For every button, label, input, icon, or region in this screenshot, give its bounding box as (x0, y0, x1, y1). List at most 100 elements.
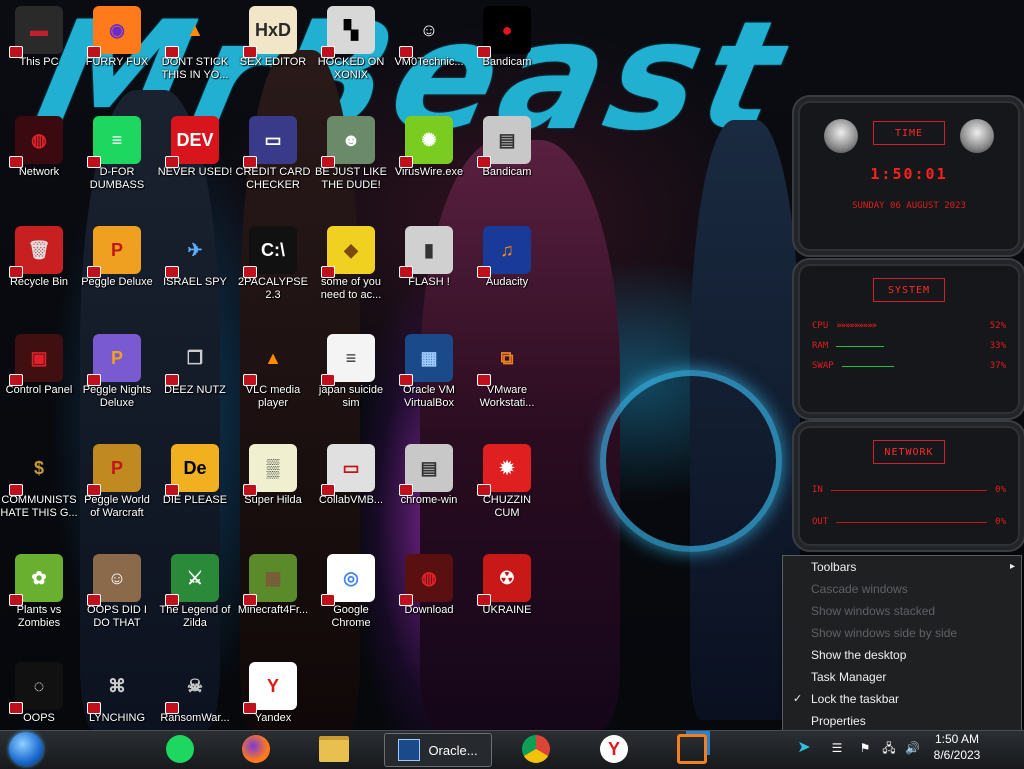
desktop-icon[interactable]: De DIE PLEASE (156, 444, 234, 507)
shortcut-badge-icon (87, 374, 101, 386)
desktop-icon[interactable]: ⌘ LYNCHING (78, 662, 156, 725)
flash-drive-icon: ▮ (399, 226, 453, 278)
system-widget[interactable]: SYSTEM CPU »»»»»»»»» 52% RAM 33% SWAP 37… (792, 258, 1024, 420)
taskbar-pin-vmware[interactable] (672, 733, 712, 765)
desktop-icon[interactable]: ◎ Google Chrome (312, 554, 390, 630)
desktop-icon[interactable]: ☢ UKRAINE (468, 554, 546, 617)
desktop-icon[interactable]: ✹ CHUZZIN CUM (468, 444, 546, 520)
show-hidden-icons-icon[interactable]: ☰ (830, 741, 844, 755)
desktop-icon-label: Google Chrome (331, 604, 371, 629)
taskbar[interactable]: Oracle... Y ➤ ☰ ⚑ 🖧 🔊 1:50 AM 8/6/2023 (0, 730, 1024, 769)
desktop-icon[interactable]: ▒ Super Hilda (234, 444, 312, 507)
terminal-icon: C:\ (243, 226, 297, 278)
taskbar-pin-chrome[interactable] (518, 733, 554, 765)
network-widget[interactable]: NETWORK IN 0% OUT 0% (792, 420, 1024, 552)
desktop-icon[interactable]: ▭ CollabVMB... (312, 444, 390, 507)
desktop-icon[interactable]: ✈ ISRAEL SPY (156, 226, 234, 289)
oops-icon: ◌ (9, 662, 63, 714)
shortcut-badge-icon (321, 156, 335, 168)
menu-item-task-manager[interactable]: Task Manager (783, 666, 1021, 688)
desktop-icon[interactable]: C:\ 2PACALYPSE 2.3 (234, 226, 312, 302)
time-widget[interactable]: TIME 1:50:01 SUNDAY 06 AUGUST 2023 (792, 95, 1024, 257)
menu-item-toolbars[interactable]: Toolbars ▸ (783, 556, 1021, 578)
alienware-tray-icon[interactable]: ➤ (797, 740, 811, 756)
desktop-icon[interactable]: P Peggle Nights Deluxe (78, 334, 156, 410)
desktop-icon[interactable]: HxD SEX EDITOR (234, 6, 312, 69)
menu-item-lock-taskbar[interactable]: ✓ Lock the taskbar (783, 688, 1021, 710)
network-icon: ◍ (9, 116, 63, 168)
desktop-icon[interactable]: ❒ DEEZ NUTZ (156, 334, 234, 397)
vmware-icon (677, 734, 707, 764)
taskbar-active-virtualbox[interactable]: Oracle... (384, 733, 492, 767)
desktop-icon[interactable]: ≡ japan suicide sim (312, 334, 390, 410)
desktop-icon[interactable]: $ COMMUNISTS HATE THIS G... (0, 444, 78, 520)
desktop-icon-label: HOCKED ON XONIX (317, 56, 385, 81)
taskbar-pin-firefox[interactable] (238, 733, 274, 765)
menu-item-show-desktop[interactable]: Show the desktop (783, 644, 1021, 666)
desktop-icon[interactable]: ▲ DONT STICK THIS IN YO... (156, 6, 234, 82)
menu-item-properties[interactable]: Properties (783, 710, 1021, 732)
net-in-label: IN (812, 485, 823, 495)
menu-item-show-stacked: Show windows stacked (783, 600, 1021, 622)
desktop-icon[interactable]: ☻ BE JUST LIKE THE DUDE! (312, 116, 390, 192)
desktop-icon-label: COMMUNISTS HATE THIS G... (0, 494, 78, 519)
desktop-icon[interactable]: Y Yandex (234, 662, 312, 725)
taskbar-pin-spotify[interactable] (162, 733, 198, 765)
xonix-icon: ▚ (321, 6, 375, 58)
time-widget-title: TIME (873, 121, 945, 145)
shortcut-badge-icon (321, 374, 335, 386)
shortcut-badge-icon (243, 156, 257, 168)
desktop-icon-label: CREDIT CARD CHECKER (235, 166, 311, 191)
desktop-icon[interactable]: ◌ OOPS (0, 662, 78, 725)
action-center-flag-icon[interactable]: ⚑ (858, 741, 872, 755)
taskbar-pin-yandex[interactable]: Y (596, 733, 632, 765)
desktop-icon[interactable]: ▣ Control Panel (0, 334, 78, 397)
desktop-icon[interactable]: ▤ Bandicam (468, 116, 546, 179)
desktop-icon[interactable]: ◉ FURRY FUX (78, 6, 156, 69)
desktop-icon[interactable]: 🗑 Recycle Bin (0, 226, 78, 289)
desktop-icon[interactable]: ● Bandicam (468, 6, 546, 69)
shortcut-badge-icon (399, 594, 413, 606)
taskbar-active-label: Oracle... (428, 742, 478, 758)
shortcut-badge-icon (243, 702, 257, 714)
desktop-icon[interactable]: ▲ VLC media player (234, 334, 312, 410)
taskbar-pin-explorer[interactable] (314, 733, 354, 765)
ram-label: RAM (812, 341, 829, 351)
spy-tool-icon: ✈ (165, 226, 219, 278)
desktop-icon[interactable]: ⚔ The Legend of Zilda (156, 554, 234, 630)
desktop-icon[interactable]: ◆ some of you need to ac... (312, 226, 390, 302)
desktop-icon[interactable]: ✿ Plants vs Zombies (0, 554, 78, 630)
spotify-icon: ≡ (87, 116, 141, 168)
file-explorer-icon (319, 736, 349, 762)
desktop-icon-label: VMware Workstati... (479, 384, 535, 409)
lime-icon: ✺ (399, 116, 453, 168)
shortcut-badge-icon (165, 374, 179, 386)
wallpaper-glow-ring (600, 370, 782, 552)
desktop-icon[interactable]: ▮ FLASH ! (390, 226, 468, 289)
desktop-icon[interactable]: ♫ Audacity (468, 226, 546, 289)
desktop-icon[interactable]: ☺ VM0Technic... (390, 6, 468, 69)
swap-bar (841, 365, 982, 367)
desktop-icon[interactable]: P Peggle Deluxe (78, 226, 156, 289)
network-tray-icon[interactable]: 🖧 (882, 741, 896, 755)
desktop-icon[interactable]: ≡ D-FOR DUMBASS (78, 116, 156, 192)
shortcut-badge-icon (399, 266, 413, 278)
taskbar-clock[interactable]: 1:50 AM 8/6/2023 (912, 731, 1002, 763)
desktop-icon[interactable]: ✺ VirusWire.exe (390, 116, 468, 179)
desktop-icon[interactable]: DEV NEVER USED! (156, 116, 234, 179)
shortcut-badge-icon (243, 266, 257, 278)
desktop-icon[interactable]: ▭ CREDIT CARD CHECKER (234, 116, 312, 192)
shortcut-badge-icon (87, 46, 101, 58)
desktop-icon[interactable]: ▬ This PC (0, 6, 78, 69)
desktop-icon[interactable]: ▤ chrome-win (390, 444, 468, 507)
desktop-icon[interactable]: ☺ OOPS DID I DO THAT (78, 554, 156, 630)
desktop-icon[interactable]: ⧉ VMware Workstati... (468, 334, 546, 410)
desktop-icon[interactable]: ▦ Minecraft4Fr... (234, 554, 312, 617)
desktop-icon[interactable]: ▦ Oracle VM VirtualBox (390, 334, 468, 410)
desktop-icon[interactable]: ☠ RansomWar... (156, 662, 234, 725)
desktop-icon[interactable]: ◍ Network (0, 116, 78, 179)
desktop-icon[interactable]: ▚ HOCKED ON XONIX (312, 6, 390, 82)
start-button[interactable] (4, 732, 48, 766)
desktop-icon[interactable]: P Peggle World of Warcraft (78, 444, 156, 520)
desktop-icon[interactable]: ◍ Download (390, 554, 468, 617)
